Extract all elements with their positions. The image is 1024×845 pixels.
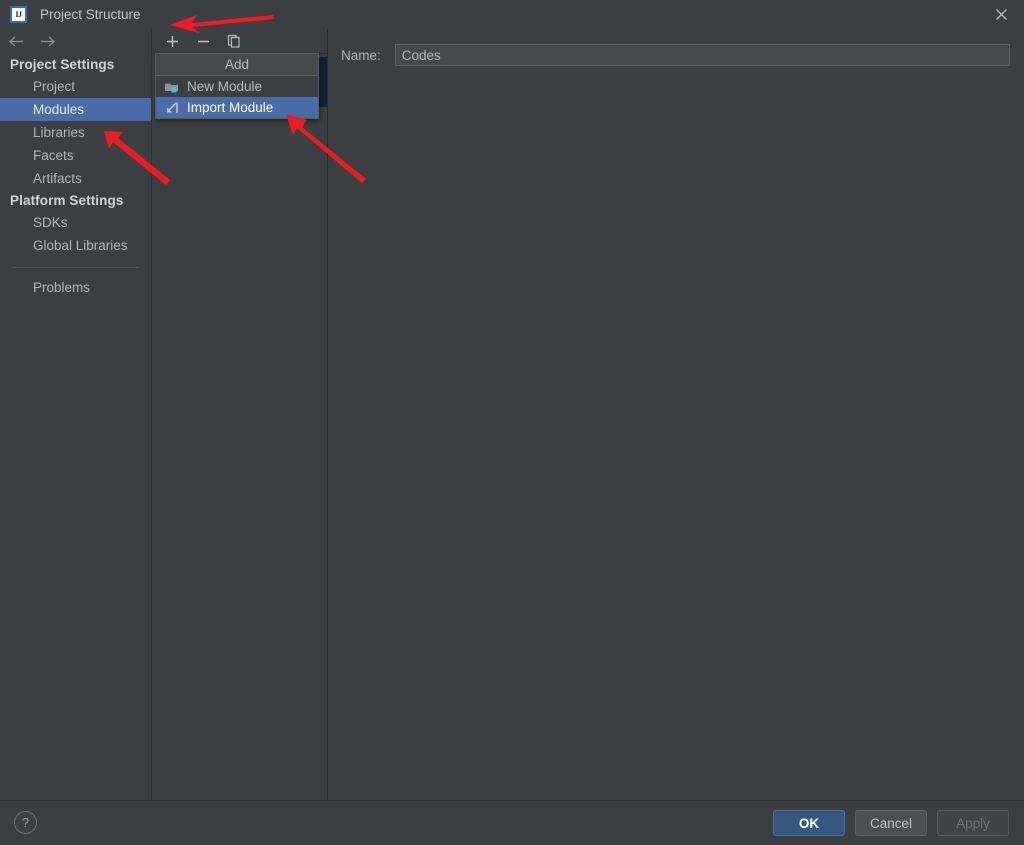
sidebar-item-problems[interactable]: Problems <box>0 276 151 299</box>
sidebar-item-global-libraries[interactable]: Global Libraries <box>0 234 151 257</box>
modules-scrollbar[interactable] <box>318 57 327 107</box>
module-name-input[interactable] <box>394 44 1010 66</box>
sidebar-group-platform-settings: Platform Settings <box>10 193 124 208</box>
sidebar-item-facets[interactable]: Facets <box>0 144 151 167</box>
copy-button[interactable] <box>226 33 242 49</box>
settings-sidebar: Project Settings Project Modules Librari… <box>0 29 152 800</box>
plus-icon <box>166 35 178 47</box>
new-folder-icon <box>164 79 180 95</box>
sidebar-item-artifacts[interactable]: Artifacts <box>0 167 151 190</box>
sidebar-group-project-settings: Project Settings <box>10 57 115 72</box>
intellij-idea-logo-icon: IJ <box>10 6 27 23</box>
modules-panel <box>152 29 328 800</box>
import-arrow-icon <box>164 100 180 116</box>
add-button[interactable] <box>164 33 180 49</box>
sidebar-navigation <box>0 29 151 54</box>
cancel-button[interactable]: Cancel <box>855 810 927 836</box>
module-name-row: Name: <box>328 29 1024 66</box>
arrow-right-icon[interactable] <box>39 35 56 48</box>
arrow-left-icon[interactable] <box>8 35 25 48</box>
sidebar-item-libraries[interactable]: Libraries <box>0 121 151 144</box>
help-button[interactable]: ? <box>14 811 37 834</box>
sidebar-item-project[interactable]: Project <box>0 75 151 98</box>
new-folder-glyph <box>165 83 178 92</box>
window-titlebar: IJ Project Structure <box>0 0 1024 30</box>
close-icon[interactable] <box>978 0 1024 29</box>
menu-item-import-module[interactable]: Import Module <box>156 97 318 118</box>
copy-icon <box>227 34 240 48</box>
apply-button: Apply <box>937 810 1009 836</box>
menu-item-label: New Module <box>187 79 263 94</box>
minus-icon <box>197 40 209 42</box>
sidebar-item-modules[interactable]: Modules <box>0 98 151 121</box>
page-title: Project Structure <box>40 7 141 22</box>
import-arrow-glyph <box>167 101 178 113</box>
logo-text: IJ <box>15 10 22 19</box>
back-glyph <box>9 36 23 47</box>
sidebar-item-sdks[interactable]: SDKs <box>0 211 151 234</box>
sidebar-divider <box>12 267 139 268</box>
menu-item-new-module[interactable]: New Module <box>156 76 318 97</box>
modules-toolbar <box>152 29 327 54</box>
menu-item-label: Import Module <box>187 100 274 115</box>
name-label: Name: <box>341 47 381 63</box>
ok-button[interactable]: OK <box>773 810 845 836</box>
question-mark-icon: ? <box>21 815 30 830</box>
close-glyph <box>995 9 1007 20</box>
add-menu-title: Add <box>156 54 318 76</box>
module-details-panel: Name: <box>328 29 1024 800</box>
dialog-bottom-bar: ? OK Cancel Apply <box>0 800 1024 845</box>
forward-glyph <box>41 36 55 47</box>
remove-button[interactable] <box>195 33 211 49</box>
add-popup-menu: Add New Module Import Module <box>155 53 319 119</box>
dialog-button-group: OK Cancel Apply <box>773 810 1009 836</box>
